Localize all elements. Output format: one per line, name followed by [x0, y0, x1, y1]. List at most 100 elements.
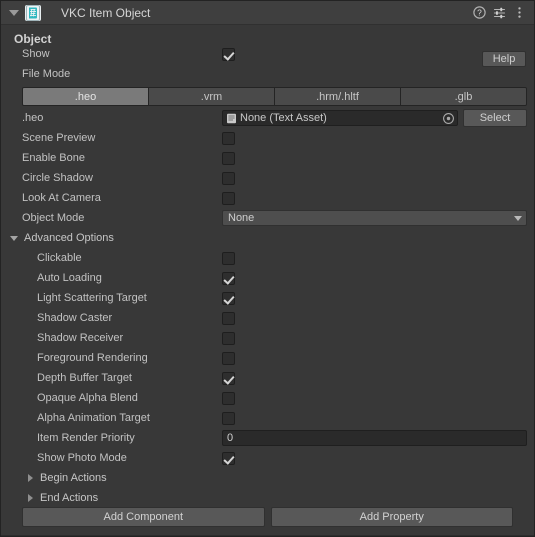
chevron-down-icon	[514, 215, 522, 221]
circle-shadow-checkbox[interactable]	[222, 171, 235, 185]
depth-buffer-target-checkbox[interactable]	[222, 371, 235, 385]
chevron-down-icon	[9, 232, 21, 244]
object-mode-label: Object Mode	[22, 212, 85, 224]
row-asset-field: .heo None (Text Asset) Select	[1, 108, 534, 128]
file-mode-tabbar: .heo .vrm .hrm/.hltf .glb	[22, 87, 527, 106]
enable-bone-checkbox[interactable]	[222, 151, 235, 165]
opaque-alpha-blend-checkbox[interactable]	[222, 391, 235, 405]
asset-field-control: None (Text Asset) Select	[222, 108, 527, 128]
chevron-right-icon	[25, 472, 37, 484]
row-show-photo-mode: Show Photo Mode	[1, 448, 534, 468]
add-component-button[interactable]: Add Component	[22, 507, 265, 527]
auto-loading-control	[222, 268, 527, 288]
row-file-mode-label: File Mode	[1, 64, 534, 84]
row-foreground-rendering: Foreground Rendering	[1, 348, 534, 368]
item-render-priority-input[interactable]: 0	[222, 430, 527, 446]
enable-bone-label: Enable Bone	[22, 152, 85, 164]
begin-actions-label: Begin Actions	[40, 472, 107, 484]
asset-object-field[interactable]: None (Text Asset)	[222, 110, 458, 126]
alpha-animation-target-checkbox[interactable]	[222, 411, 235, 425]
circle-shadow-control	[222, 168, 527, 188]
auto-loading-checkbox[interactable]	[222, 271, 235, 285]
look-at-camera-checkbox[interactable]	[222, 191, 235, 205]
item-render-priority-control: 0	[222, 428, 527, 448]
show-photo-mode-checkbox[interactable]	[222, 451, 235, 465]
asset-field-value: None (Text Asset)	[240, 112, 327, 124]
preset-icon[interactable]	[490, 4, 508, 22]
clickable-checkbox[interactable]	[222, 251, 235, 265]
alpha-animation-target-label: Alpha Animation Target	[37, 412, 150, 424]
row-opaque-alpha-blend: Opaque Alpha Blend	[1, 388, 534, 408]
help-icon[interactable]: ?	[470, 4, 488, 22]
row-circle-shadow: Circle Shadow	[1, 168, 534, 188]
tab-heo[interactable]: .heo	[23, 88, 149, 105]
shadow-caster-label: Shadow Caster	[37, 312, 113, 324]
item-render-priority-label: Item Render Priority	[37, 432, 135, 444]
add-property-button[interactable]: Add Property	[270, 507, 513, 527]
object-section-title: Object	[14, 32, 52, 46]
chevron-right-icon	[25, 492, 37, 504]
clickable-control	[222, 248, 527, 268]
svg-text:?: ?	[477, 8, 482, 18]
look-at-camera-control	[222, 188, 527, 208]
script-component-icon	[25, 4, 41, 21]
component-header: VKC Item Object ?	[1, 1, 534, 25]
object-mode-control: None	[222, 208, 527, 228]
enable-bone-control	[222, 148, 527, 168]
component-title: VKC Item Object	[61, 5, 151, 20]
shadow-caster-checkbox[interactable]	[222, 311, 235, 325]
row-item-render-priority: Item Render Priority 0	[1, 428, 534, 448]
show-photo-mode-label: Show Photo Mode	[37, 452, 127, 464]
light-scattering-target-control	[222, 288, 527, 308]
shadow-caster-control	[222, 308, 527, 328]
inspector-panel: VKC Item Object ? Object Help Show File …	[0, 0, 535, 537]
object-mode-dropdown[interactable]: None	[222, 210, 527, 226]
alpha-animation-target-control	[222, 408, 527, 428]
object-picker-icon[interactable]	[442, 112, 455, 125]
object-mode-value: None	[228, 212, 255, 224]
show-photo-mode-control	[222, 448, 527, 468]
end-actions-label: End Actions	[40, 492, 99, 504]
component-foldout-toggle[interactable]	[7, 6, 21, 20]
row-look-at-camera: Look At Camera	[1, 188, 534, 208]
foreground-rendering-checkbox[interactable]	[222, 351, 235, 365]
auto-loading-label: Auto Loading	[37, 272, 102, 284]
tab-hrm-hltf[interactable]: .hrm/.hltf	[275, 88, 401, 105]
row-object-mode: Object Mode None	[1, 208, 534, 228]
show-checkbox[interactable]	[222, 47, 235, 61]
asset-field-label: .heo	[22, 112, 44, 124]
select-button[interactable]: Select	[463, 109, 527, 127]
show-control	[222, 44, 527, 64]
advanced-options-foldout[interactable]: Advanced Options	[1, 228, 534, 248]
tab-glb[interactable]: .glb	[401, 88, 526, 105]
row-clickable: Clickable	[1, 248, 534, 268]
light-scattering-target-label: Light Scattering Target	[37, 292, 147, 304]
clickable-label: Clickable	[37, 252, 82, 264]
advanced-options-label: Advanced Options	[24, 232, 114, 244]
opaque-alpha-blend-label: Opaque Alpha Blend	[37, 392, 138, 404]
tab-vrm[interactable]: .vrm	[149, 88, 275, 105]
depth-buffer-target-label: Depth Buffer Target	[37, 372, 132, 384]
shadow-receiver-label: Shadow Receiver	[37, 332, 124, 344]
shadow-receiver-checkbox[interactable]	[222, 331, 235, 345]
file-mode-label: File Mode	[22, 68, 71, 80]
row-shadow-caster: Shadow Caster	[1, 308, 534, 328]
footer-button-bar: Add Component Add Property	[1, 507, 534, 527]
foreground-rendering-control	[222, 348, 527, 368]
end-actions-foldout[interactable]: End Actions	[1, 488, 534, 508]
inspector-body: Object Help Show File Mode .heo .vrm .hr…	[1, 25, 534, 536]
row-show: Show	[1, 44, 534, 64]
row-scene-preview: Scene Preview	[1, 128, 534, 148]
circle-shadow-label: Circle Shadow	[22, 172, 93, 184]
begin-actions-foldout[interactable]: Begin Actions	[1, 468, 534, 488]
row-depth-buffer-target: Depth Buffer Target	[1, 368, 534, 388]
row-enable-bone: Enable Bone	[1, 148, 534, 168]
depth-buffer-target-control	[222, 368, 527, 388]
light-scattering-target-checkbox[interactable]	[222, 291, 235, 305]
scene-preview-checkbox[interactable]	[222, 131, 235, 145]
scene-preview-label: Scene Preview	[22, 132, 96, 144]
look-at-camera-label: Look At Camera	[22, 192, 101, 204]
more-menu-icon[interactable]	[510, 4, 528, 22]
shadow-receiver-control	[222, 328, 527, 348]
show-label: Show	[22, 48, 50, 60]
